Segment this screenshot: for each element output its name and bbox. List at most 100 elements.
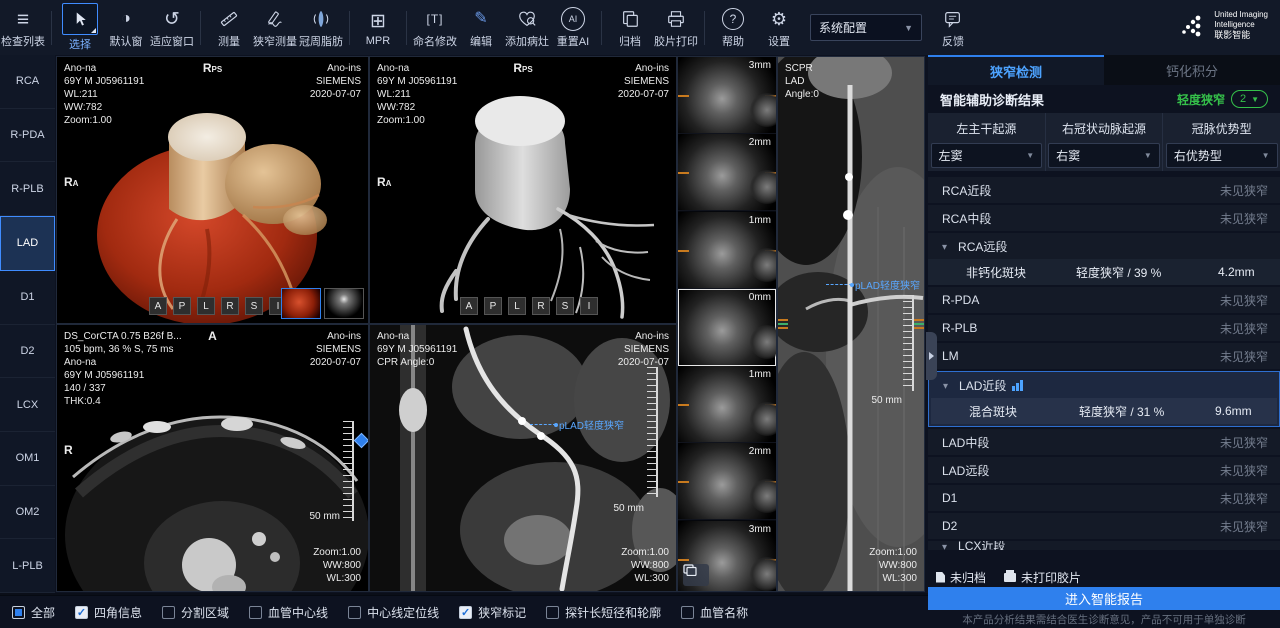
system-config-select[interactable]: 系统配置 ▼ [810,14,922,41]
viewport-stage: Ano-na69Y M J05961191WL:211WW:782Zoom:1.… [55,55,928,593]
panel-collapse-handle[interactable] [926,332,937,380]
segment-row-d2[interactable]: D2 未见狭窄 [928,513,1280,539]
plaque-row[interactable]: 非钙化斑块 轻度狭窄 / 39 % 4.2mm [928,259,1280,285]
toolbar-item-mpr[interactable]: MPR [355,2,401,54]
origin-column-dominance: 冠脉优势型 右优势型▼ [1163,113,1280,171]
viewport-vrt-heart[interactable]: Ano-na69Y M J05961191WL:211WW:782Zoom:1.… [57,57,368,323]
orient-r-button[interactable]: R [221,297,239,315]
segment-row-lad-distal[interactable]: LAD远段 未见狭窄 [928,457,1280,483]
film-print-icon [666,6,686,32]
checkbox-stenosis-marks[interactable]: 狭窄标记 [459,604,526,621]
segment-row-rca-proximal[interactable]: RCA近段 未见狭窄 [928,177,1280,203]
segment-row-rca-distal[interactable]: RCA远段 [928,233,1280,259]
toolbar-item-rename[interactable]: 命名修改 [412,2,458,54]
segment-row-lm[interactable]: LM 未见狭窄 [928,343,1280,369]
toolbar-item-exam-list[interactable]: 检查列表 [0,2,46,54]
checkbox-all[interactable]: 全部 [12,604,55,621]
toolbar-item-add-lesion[interactable]: 添加病灶 [504,2,550,54]
segment-row-r-plb[interactable]: R-PLB 未见狭窄 [928,315,1280,341]
orient-i-button[interactable]: I [580,297,598,315]
orient-s-button[interactable]: S [245,297,263,315]
rca-origin-select[interactable]: 右窦▼ [1048,143,1160,168]
orient-a-button[interactable]: A [460,297,478,315]
toolbar-item-archive[interactable]: 归档 [607,2,653,54]
stenosis-measure-icon [265,6,285,32]
toolbar-item-reset-ai[interactable]: AI 重置AI [550,2,596,54]
toolbar-item-settings[interactable]: 设置 [756,2,802,54]
segment-row-d1[interactable]: D1 未见狭窄 [928,485,1280,511]
segment-row-lad-mid[interactable]: LAD中段 未见狭窄 [928,429,1280,455]
viewport-vrt-tree[interactable]: Ano-na69Y M J05961191WL:211WW:782Zoom:1.… [370,57,676,323]
export-image-button[interactable] [683,564,709,586]
checkbox-centerline[interactable]: 血管中心线 [249,604,328,621]
segment-row-r-pda[interactable]: R-PDA 未见狭窄 [928,287,1280,313]
vrt-tree-thumbnail[interactable] [324,288,364,319]
viewport-scpr[interactable]: SCPRLADAngle:0 pLAD轻度狭窄 50 mm Zoom:1.00W… [778,57,924,591]
checkbox-corner-info[interactable]: 四角信息 [75,604,142,621]
orientation-marker-left: RA [64,175,78,189]
sidebar-item-om2[interactable]: OM2 [0,486,55,540]
toolbar-item-default-window[interactable]: 默认窗 [103,2,149,54]
tab-calcium-score[interactable]: 钙化积分 [1104,55,1280,85]
bar-chart-icon[interactable] [1012,380,1023,391]
settings-icon [771,6,787,32]
annotation-leader-line [826,284,852,285]
cross-section-cell[interactable]: 1mm [678,366,776,443]
window-level-icon [121,6,131,32]
checkbox-centerline-locator[interactable]: 中心线定位线 [348,604,439,621]
lm-origin-select[interactable]: 左窦▼ [931,143,1043,168]
checkbox-probe-diameter[interactable]: 探针长短径和轮廓 [546,604,661,621]
dominance-select[interactable]: 右优势型▼ [1166,143,1278,168]
orient-r-button[interactable]: R [532,297,550,315]
orient-s-button[interactable]: S [556,297,574,315]
toolbar-item-feedback[interactable]: 反馈 [930,2,976,54]
stenosis-annotation[interactable]: pLAD轻度狭窄 [530,417,624,432]
viewport-axial-ct[interactable]: DS_CorCTA 0.75 B26f B...105 bpm, 36 % S,… [57,325,368,591]
orient-l-button[interactable]: L [508,297,526,315]
enter-smart-report-button[interactable]: 进入智能报告 [928,587,1280,610]
tab-stenosis-detection[interactable]: 狭窄检测 [928,55,1104,85]
toolbar-item-edit[interactable]: 编辑 [458,2,504,54]
plaque-row-selected[interactable]: 混合斑块 轻度狭窄 / 31 % 9.6mm [931,398,1277,424]
toolbar-item-film-print[interactable]: 胶片打印 [653,2,699,54]
tissue-blob [750,248,776,282]
cross-section-cell[interactable]: 1mm [678,212,776,289]
app-window: 检查列表 选择 默认窗 适应窗口 测量 狭窄测量 [0,0,1280,628]
toolbar-item-fit-window[interactable]: 适应窗口 [149,2,195,54]
sidebar-item-lad[interactable]: LAD [0,216,55,271]
cursor-icon [62,3,98,35]
sidebar-item-d2[interactable]: D2 [0,325,55,379]
scale-ruler [647,367,658,497]
checkbox-vessel-names[interactable]: 血管名称 [681,604,748,621]
toolbar-item-pericoronary-fat[interactable]: 冠周脂肪 [298,2,344,54]
toolbar-item-select[interactable]: 选择 [57,2,103,54]
checkbox-segmentation[interactable]: 分割区域 [162,604,229,621]
patient-info: Ano-na69Y M J05961191WL:211WW:782Zoom:1.… [64,62,144,127]
cross-section-cell-selected[interactable]: 0mm [678,289,776,366]
toolbar-item-measure[interactable]: 测量 [206,2,252,54]
segment-row-lcx-proximal-clipped[interactable]: LCX近段 [928,541,1280,550]
orient-p-button[interactable]: P [173,297,191,315]
tissue-blob [750,557,776,591]
sidebar-item-lcx[interactable]: LCX [0,378,55,432]
toolbar-item-stenosis-measure[interactable]: 狭窄测量 [252,2,298,54]
viewport-cpr[interactable]: Ano-na69Y M J05961191CPR Angle:0 Ano-ins… [370,325,676,591]
stenosis-annotation[interactable]: pLAD轻度狭窄 [826,277,920,292]
sidebar-item-r-plb[interactable]: R-PLB [0,162,55,216]
orient-l-button[interactable]: L [197,297,215,315]
lesion-count-dropdown[interactable]: 2 ▼ [1231,90,1268,108]
orient-p-button[interactable]: P [484,297,502,315]
segment-row-lad-proximal[interactable]: LAD近段 [929,372,1279,398]
sidebar-item-om1[interactable]: OM1 [0,432,55,486]
vrt-heart-thumbnail[interactable] [281,288,321,319]
sidebar-item-d1[interactable]: D1 [0,271,55,325]
sidebar-item-l-plb[interactable]: L-PLB [0,539,55,593]
sidebar-item-rca[interactable]: RCA [0,55,55,109]
cross-section-cell[interactable]: 3mm [678,57,776,134]
segment-row-rca-mid[interactable]: RCA中段 未见狭窄 [928,205,1280,231]
toolbar-item-help[interactable]: ? 帮助 [710,2,756,54]
cross-section-cell[interactable]: 2mm [678,134,776,211]
orient-a-button[interactable]: A [149,297,167,315]
cross-section-cell[interactable]: 2mm [678,443,776,520]
sidebar-item-r-pda[interactable]: R-PDA [0,109,55,163]
